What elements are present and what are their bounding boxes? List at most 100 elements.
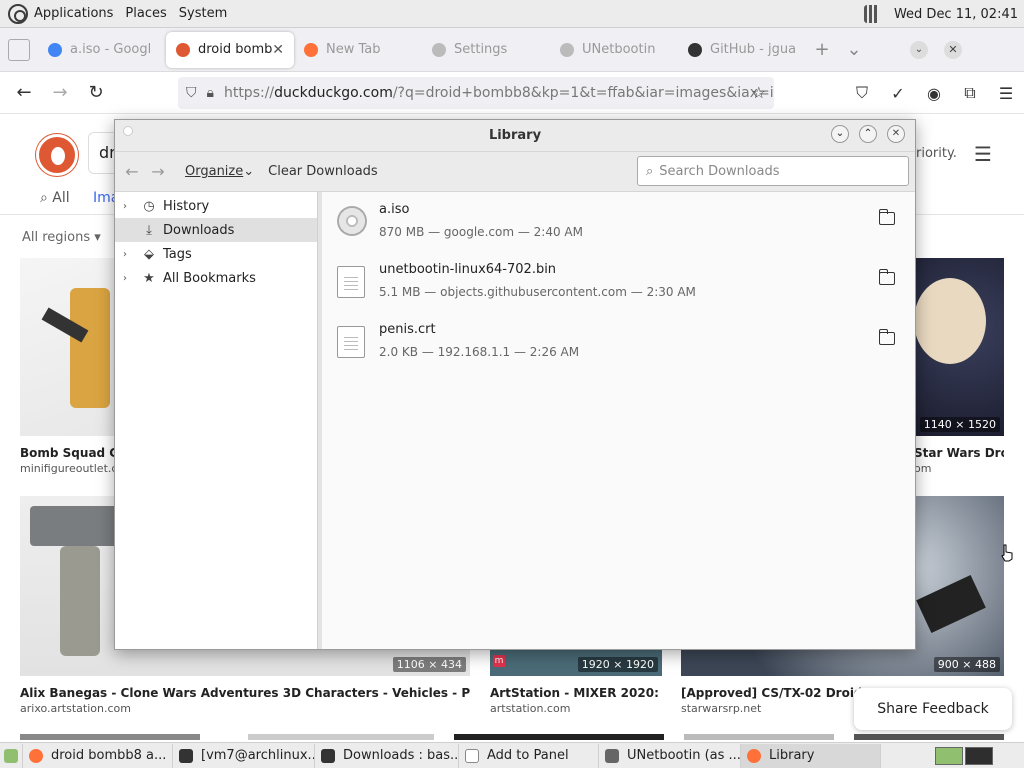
workspace-1[interactable] bbox=[935, 746, 963, 765]
tab-github[interactable]: GitHub - jgua bbox=[678, 32, 806, 68]
image-result-6[interactable] bbox=[20, 734, 200, 740]
account-icon[interactable]: ◉ bbox=[916, 84, 952, 103]
image-result-7[interactable] bbox=[248, 734, 434, 740]
region-filter[interactable]: All regions ▾ bbox=[22, 230, 101, 245]
applications-menu[interactable]: Applications bbox=[34, 6, 113, 21]
taskbar-item-unetbootin[interactable]: UNetbootin (as ... bbox=[599, 743, 741, 768]
library-back-arrow-icon[interactable]: ← bbox=[119, 162, 145, 181]
volume-icon[interactable] bbox=[863, 5, 886, 23]
star-icon: ★ bbox=[143, 270, 155, 286]
tab-overview-icon[interactable] bbox=[8, 38, 30, 61]
extensions-icon[interactable]: ⧉ bbox=[952, 83, 988, 103]
places-menu[interactable]: Places bbox=[125, 6, 166, 21]
download-name: unetbootin-linux64-702.bin bbox=[379, 262, 557, 277]
image-dimensions: 900 × 488 bbox=[933, 657, 1000, 672]
ddg-menu-icon[interactable]: ☰ bbox=[974, 142, 992, 166]
new-tab-plus-icon[interactable]: + bbox=[806, 39, 838, 60]
taskbar-item-library[interactable]: Library bbox=[741, 743, 881, 768]
tab-settings[interactable]: Settings bbox=[422, 32, 550, 68]
system-top-panel: Applications Places System Wed Dec 11, 0… bbox=[0, 0, 1024, 28]
tab-droid-bomb[interactable]: droid bomb ✕ bbox=[166, 31, 294, 68]
result-title[interactable]: Star Wars Dro... bbox=[914, 446, 1004, 460]
download-name: a.iso bbox=[379, 202, 410, 217]
taskbar-item-add-to-panel[interactable]: Add to Panel bbox=[459, 743, 599, 768]
result-title[interactable]: Bomb Squad Clo bbox=[20, 446, 114, 460]
taskbar-item-terminal-2[interactable]: Downloads : bas... bbox=[315, 743, 459, 768]
maximize-icon[interactable]: ⌃ bbox=[859, 125, 877, 143]
image-dimensions: 1140 × 1520 bbox=[919, 417, 1000, 432]
workspace-2[interactable] bbox=[965, 746, 993, 765]
url-bar[interactable]: ⛉ 🔒︎ https://duckduckgo.com/?q=droid+bom… bbox=[178, 77, 774, 109]
search-downloads-input[interactable] bbox=[659, 163, 900, 179]
image-result-4[interactable]: m 1920 × 1920 bbox=[490, 650, 662, 676]
check-circle-icon[interactable]: ✓ bbox=[880, 84, 916, 103]
result-source[interactable]: artstation.com bbox=[490, 702, 570, 715]
library-titlebar[interactable]: Library ⌄ ⌃ ✕ bbox=[115, 120, 915, 152]
close-icon[interactable]: ✕ bbox=[887, 125, 905, 143]
result-title[interactable]: Alix Banegas - Clone Wars Adventures 3D … bbox=[20, 686, 470, 700]
duckduckgo-logo-icon[interactable] bbox=[36, 134, 78, 176]
expand-chevron-icon[interactable]: › bbox=[123, 249, 135, 260]
share-feedback-button[interactable]: Share Feedback bbox=[854, 688, 1012, 730]
library-toolbar: ← → Organize⌄ Clear Downloads ⌕ bbox=[115, 152, 915, 192]
minimize-icon[interactable]: ⌄ bbox=[831, 125, 849, 143]
result-title[interactable]: ArtStation - MIXER 2020: B... bbox=[490, 686, 662, 700]
tab-unetbootin[interactable]: UNetbootin bbox=[550, 32, 678, 68]
download-name: penis.crt bbox=[379, 322, 436, 337]
image-result-1[interactable] bbox=[20, 258, 116, 436]
taskbar-item-terminal-1[interactable]: [vm7@archlinux... bbox=[173, 743, 315, 768]
clock[interactable]: Wed Dec 11, 02:41 bbox=[894, 7, 1018, 22]
image-result-2[interactable]: 1140 × 1520 bbox=[914, 258, 1004, 436]
open-folder-icon[interactable] bbox=[879, 209, 895, 225]
tab-a-iso[interactable]: a.iso - Googl bbox=[38, 32, 166, 68]
distro-logo-icon[interactable] bbox=[8, 3, 28, 24]
shield-icon[interactable]: ⛉ bbox=[186, 85, 197, 101]
lock-icon[interactable]: 🔒︎ bbox=[207, 85, 214, 101]
library-forward-arrow-icon[interactable]: → bbox=[145, 162, 171, 181]
system-menu[interactable]: System bbox=[179, 6, 227, 21]
show-desktop-icon[interactable] bbox=[0, 743, 23, 768]
sidebar-item-tags[interactable]: › ⬙ Tags bbox=[115, 242, 317, 266]
list-all-tabs-chevron-icon[interactable]: ⌄ bbox=[838, 39, 870, 60]
close-window-icon[interactable]: ✕ bbox=[944, 40, 962, 59]
result-source[interactable]: starwarsrp.net bbox=[681, 702, 761, 715]
tab-new-tab[interactable]: New Tab bbox=[294, 32, 422, 68]
github-icon bbox=[688, 42, 702, 57]
library-sidebar: › ◷ History ⤓ Downloads › ⬙ Tags › ★ All… bbox=[115, 192, 318, 649]
tab-close-icon[interactable]: ✕ bbox=[272, 42, 284, 58]
window-menu-icon[interactable] bbox=[123, 126, 133, 136]
search-icon: ⌕ bbox=[646, 163, 654, 179]
search-downloads-field[interactable]: ⌕ bbox=[637, 156, 909, 186]
sidebar-item-all-bookmarks[interactable]: › ★ All Bookmarks bbox=[115, 266, 317, 290]
result-title[interactable]: [Approved] CS/TX-02 Droid Bo bbox=[681, 686, 861, 700]
clear-downloads-button[interactable]: Clear Downloads bbox=[268, 164, 378, 179]
hamburger-menu-icon[interactable]: ☰ bbox=[988, 84, 1024, 103]
result-source[interactable]: om bbox=[914, 462, 931, 475]
result-source[interactable]: arixo.artstation.com bbox=[20, 702, 131, 715]
open-folder-icon[interactable] bbox=[879, 269, 895, 285]
back-arrow-icon[interactable]: ← bbox=[6, 82, 42, 103]
open-folder-icon[interactable] bbox=[879, 329, 895, 345]
url-text[interactable]: https://duckduckgo.com/?q=droid+bombb8&k… bbox=[224, 85, 774, 101]
expand-chevron-icon[interactable]: › bbox=[123, 273, 135, 284]
taskbar-item-firefox[interactable]: droid bombb8 a... bbox=[23, 743, 173, 768]
image-result-10[interactable] bbox=[854, 734, 1004, 740]
download-item-a-iso[interactable]: a.iso 870 MB — google.com — 2:40 AM bbox=[322, 192, 915, 252]
download-item-crt[interactable]: penis.crt 2.0 KB — 192.168.1.1 — 2:26 AM bbox=[322, 312, 915, 372]
google-drive-icon bbox=[48, 42, 62, 57]
sidebar-item-history[interactable]: › ◷ History bbox=[115, 194, 317, 218]
download-item-unetbootin[interactable]: unetbootin-linux64-702.bin 5.1 MB — obje… bbox=[322, 252, 915, 312]
expand-chevron-icon[interactable]: › bbox=[123, 201, 135, 212]
reload-icon[interactable]: ↻ bbox=[78, 82, 114, 103]
download-meta: 2.0 KB — 192.168.1.1 — 2:26 AM bbox=[379, 345, 580, 359]
sidebar-item-downloads[interactable]: ⤓ Downloads bbox=[115, 218, 317, 242]
minimize-window-icon[interactable]: ⌄ bbox=[910, 40, 928, 59]
organize-menu-button[interactable]: Organize⌄ bbox=[185, 164, 254, 179]
result-source[interactable]: minifigureoutlet.co bbox=[20, 462, 124, 475]
image-result-9[interactable] bbox=[684, 734, 834, 740]
bookmark-star-icon[interactable]: ☆ bbox=[752, 83, 766, 102]
image-result-8[interactable] bbox=[454, 734, 664, 740]
forward-arrow-icon[interactable]: → bbox=[42, 82, 78, 103]
ddg-tab-all[interactable]: ⌕ All bbox=[40, 190, 70, 206]
pocket-icon[interactable]: ⛉ bbox=[844, 83, 880, 103]
